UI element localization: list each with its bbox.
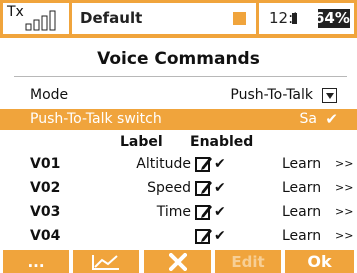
edit-pencil-icon[interactable] (195, 227, 213, 245)
tx-label: Tx (7, 4, 24, 20)
learn-button[interactable]: Learn (282, 156, 321, 172)
ptt-switch-row[interactable]: Push-To-Talk switch Sa ✔ (0, 109, 357, 130)
ptt-switch-value[interactable]: Sa (300, 111, 317, 127)
voice-row[interactable]: V04 ✔ Learn >> (0, 225, 357, 247)
battery-icon: 64% (292, 5, 354, 32)
enabled-check-icon[interactable]: ✔ (214, 156, 226, 172)
bottom-toolbar: ... Edit Ok (0, 250, 357, 273)
enabled-check-icon[interactable]: ✔ (214, 204, 226, 220)
enabled-check-icon[interactable]: ✔ (214, 180, 226, 196)
more-button[interactable]: >> (335, 157, 353, 170)
enabled-check-icon[interactable]: ✔ (214, 228, 226, 244)
model-panel[interactable]: Default (72, 3, 256, 34)
model-indicator-icon (233, 12, 246, 25)
mode-label: Mode (30, 87, 69, 103)
mode-value[interactable]: Push-To-Talk (230, 87, 313, 103)
voice-name: Speed (147, 180, 191, 196)
more-button[interactable]: >> (335, 181, 353, 194)
graph-button[interactable] (73, 250, 139, 273)
battery-percent: 64% (314, 9, 350, 27)
learn-button[interactable]: Learn (282, 204, 321, 220)
status-bar: Tx Default 12:22:39 64% (0, 0, 357, 38)
more-button[interactable]: >> (335, 229, 353, 242)
delete-button[interactable] (144, 250, 211, 273)
voice-id: V02 (30, 180, 61, 196)
voice-name: Altitude (136, 156, 191, 172)
model-name: Default (80, 9, 143, 27)
mode-row[interactable]: Mode Push-To-Talk (0, 84, 357, 106)
menu-button[interactable]: ... (3, 250, 69, 273)
tx-signal-panel: Tx (3, 3, 69, 34)
learn-button[interactable]: Learn (282, 180, 321, 196)
page-title: Voice Commands (97, 49, 260, 69)
edit-pencil-icon[interactable] (195, 179, 213, 197)
check-icon: ✔ (325, 110, 338, 128)
learn-button[interactable]: Learn (282, 228, 321, 244)
column-header-label: Label (120, 134, 163, 150)
title-divider (14, 76, 347, 77)
voice-id: V01 (30, 156, 61, 172)
edit-pencil-icon[interactable] (195, 155, 213, 173)
voice-id: V03 (30, 204, 61, 220)
more-button[interactable]: >> (335, 205, 353, 218)
edit-button[interactable]: Edit (215, 250, 281, 273)
voice-row[interactable]: V01 Altitude ✔ Learn >> (0, 153, 357, 175)
dropdown-arrow-icon[interactable] (322, 88, 337, 103)
close-icon (168, 252, 187, 271)
graph-icon (92, 254, 119, 270)
ptt-switch-label: Push-To-Talk switch (30, 111, 162, 127)
ok-button[interactable]: Ok (285, 250, 354, 273)
voice-row[interactable]: V02 Speed ✔ Learn >> (0, 177, 357, 199)
voice-name: Time (156, 204, 191, 220)
edit-pencil-icon[interactable] (195, 203, 213, 221)
voice-id: V04 (30, 228, 61, 244)
voice-row[interactable]: V03 Time ✔ Learn >> (0, 201, 357, 223)
signal-bars-icon (25, 10, 56, 31)
column-header-enabled: Enabled (190, 134, 254, 150)
